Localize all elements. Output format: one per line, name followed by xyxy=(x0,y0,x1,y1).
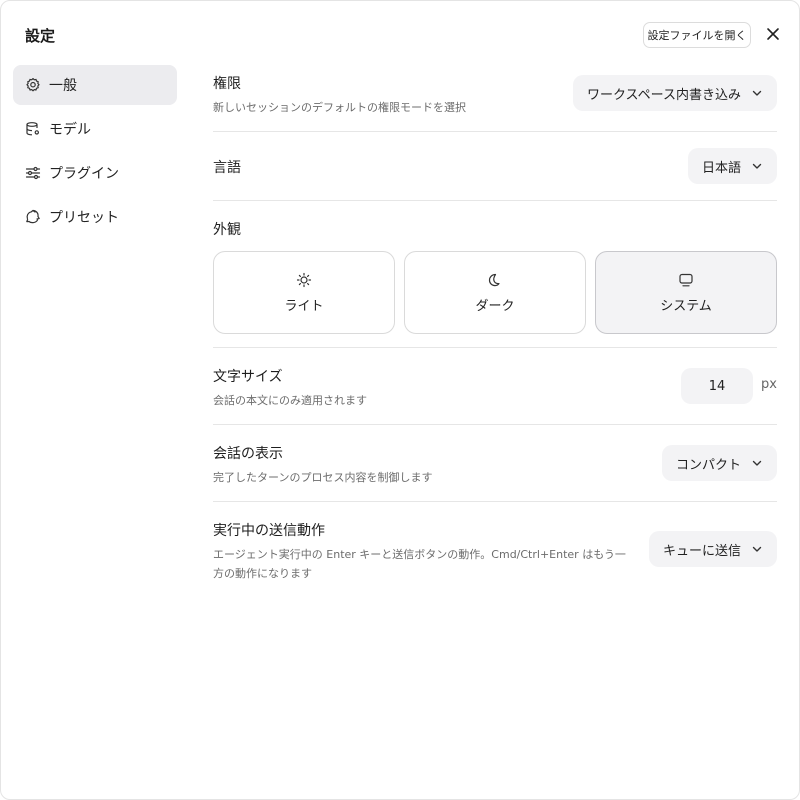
moon-icon xyxy=(486,271,504,289)
sidebar-item-label: 一般 xyxy=(49,78,77,94)
sliders-icon xyxy=(25,165,41,181)
send-behavior-description: エージェント実行中の Enter キーと送信ボタンの動作。Cmd/Ctrl+En… xyxy=(213,545,626,583)
chevron-down-icon xyxy=(751,543,763,555)
appearance-title: 外観 xyxy=(213,222,241,238)
sidebar-item-models[interactable]: モデル xyxy=(13,109,177,149)
send-behavior-description-line2: 方の動作になります xyxy=(213,567,312,580)
language-setting: 言語 日本語 xyxy=(213,132,777,201)
database-icon xyxy=(25,121,41,137)
sidebar: 一般 モデル プラグイン プリセット xyxy=(13,65,177,241)
font-size-unit: px xyxy=(761,377,777,392)
appearance-setting: 外観 ライト ダーク システム xyxy=(213,201,777,348)
language-select[interactable]: 日本語 xyxy=(687,148,777,184)
sidebar-item-label: プラグイン xyxy=(49,166,119,182)
close-button[interactable] xyxy=(761,23,785,47)
font-size-input[interactable] xyxy=(681,368,753,404)
conversation-display-select[interactable]: コンパクト xyxy=(661,445,777,481)
send-behavior-select[interactable]: キューに送信 xyxy=(648,531,777,567)
settings-panel: 権限 新しいセッションのデフォルトの権限モードを選択 ワークスペース内書き込み … xyxy=(213,65,777,592)
permission-setting: 権限 新しいセッションのデフォルトの権限モードを選択 ワークスペース内書き込み xyxy=(213,65,777,132)
gear-icon xyxy=(25,77,41,93)
chevron-down-icon xyxy=(751,457,763,469)
chevron-down-icon xyxy=(751,87,763,99)
sidebar-item-label: モデル xyxy=(49,122,91,138)
page-title: 設定 xyxy=(25,27,56,45)
send-behavior-select-value: キューに送信 xyxy=(662,543,741,559)
theme-option-label: ライト xyxy=(284,299,324,314)
recycle-icon xyxy=(25,209,41,225)
theme-option-label: システム xyxy=(660,299,712,314)
font-size-setting: 文字サイズ 会話の本文にのみ適用されます px xyxy=(213,348,777,425)
language-select-value: 日本語 xyxy=(701,160,741,176)
sidebar-item-plugins[interactable]: プラグイン xyxy=(13,153,177,193)
sidebar-item-presets[interactable]: プリセット xyxy=(13,197,177,237)
theme-system-option[interactable]: システム xyxy=(595,251,777,334)
close-icon xyxy=(766,26,780,45)
open-settings-file-button[interactable]: 設定ファイルを開く xyxy=(643,22,751,48)
theme-options: ライト ダーク システム xyxy=(213,251,777,334)
sun-icon xyxy=(295,271,313,289)
conversation-display-select-value: コンパクト xyxy=(675,457,741,473)
send-behavior-description-line1: エージェント実行中の Enter キーと送信ボタンの動作。Cmd/Ctrl+En… xyxy=(213,548,626,561)
settings-dialog: 設定 設定ファイルを開く 一般 モデル プラグイン プリセット 権限 新しいセッ… xyxy=(0,0,800,800)
send-behavior-setting: 実行中の送信動作 エージェント実行中の Enter キーと送信ボタンの動作。Cm… xyxy=(213,502,777,592)
permission-select[interactable]: ワークスペース内書き込み xyxy=(572,75,777,111)
theme-light-option[interactable]: ライト xyxy=(213,251,395,334)
chevron-down-icon xyxy=(751,160,763,172)
theme-option-label: ダーク xyxy=(475,299,515,314)
permission-select-value: ワークスペース内書き込み xyxy=(586,87,741,103)
conversation-display-setting: 会話の表示 完了したターンのプロセス内容を制御します コンパクト xyxy=(213,425,777,502)
sidebar-item-label: プリセット xyxy=(49,210,119,226)
sidebar-item-general[interactable]: 一般 xyxy=(13,65,177,105)
theme-dark-option[interactable]: ダーク xyxy=(404,251,586,334)
monitor-icon xyxy=(677,271,695,289)
